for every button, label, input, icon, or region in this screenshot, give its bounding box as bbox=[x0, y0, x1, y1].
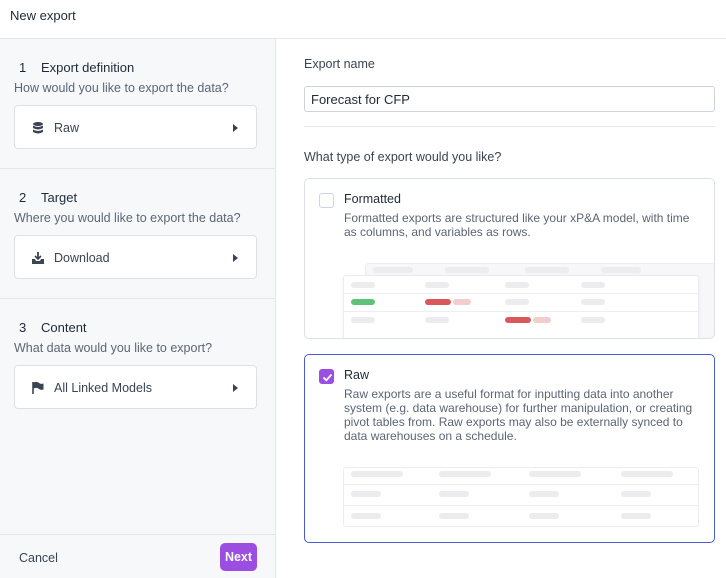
select-value: All Linked Models bbox=[54, 381, 152, 395]
step-heading: 3 Content bbox=[19, 320, 87, 335]
content-select[interactable]: All Linked Models bbox=[14, 365, 257, 409]
step-question: Where you would like to export the data? bbox=[14, 211, 241, 225]
select-value: Download bbox=[54, 251, 110, 265]
raw-checkbox[interactable] bbox=[319, 369, 334, 384]
step-content: 3 Content What data would you like to exp… bbox=[0, 299, 275, 429]
option-title: Raw bbox=[344, 368, 370, 382]
step-heading: 1 Export definition bbox=[19, 60, 134, 75]
checkmark-icon bbox=[322, 373, 333, 382]
formatted-checkbox[interactable] bbox=[319, 193, 334, 208]
step-title: Target bbox=[41, 190, 78, 205]
export-type-question: What type of export would you like? bbox=[304, 150, 502, 164]
title-bar: New export bbox=[0, 0, 726, 39]
steps-panel: 1 Export definition How would you like to… bbox=[0, 39, 276, 578]
database-icon bbox=[33, 122, 43, 134]
caret-right-icon bbox=[233, 124, 238, 132]
step-number: 3 bbox=[19, 320, 27, 335]
cancel-button[interactable]: Cancel bbox=[19, 551, 58, 565]
target-select[interactable]: Download bbox=[14, 235, 257, 279]
option-description: Raw exports are a useful format for inpu… bbox=[344, 387, 693, 443]
dialog-title: New export bbox=[10, 8, 76, 23]
step-question: How would you like to export the data? bbox=[14, 81, 229, 95]
caret-right-icon bbox=[233, 254, 238, 262]
select-value: Raw bbox=[54, 121, 80, 135]
step-export-definition: 1 Export definition How would you like to… bbox=[0, 39, 275, 169]
option-description: Formatted exports are structured like yo… bbox=[344, 211, 690, 239]
step-number: 2 bbox=[19, 190, 27, 205]
option-title: Formatted bbox=[344, 192, 401, 206]
export-form: Export name What type of export would yo… bbox=[276, 39, 726, 578]
step-number: 1 bbox=[19, 60, 27, 75]
option-formatted[interactable]: Formatted Formatted exports are structur… bbox=[304, 178, 715, 339]
export-name-label: Export name bbox=[304, 57, 375, 71]
divider bbox=[304, 126, 715, 127]
export-definition-select[interactable]: Raw bbox=[14, 105, 257, 149]
step-title: Export definition bbox=[41, 60, 135, 75]
dialog-footer: Cancel Next bbox=[0, 534, 275, 578]
next-button[interactable]: Next bbox=[220, 543, 257, 571]
export-name-input[interactable] bbox=[304, 86, 715, 112]
download-icon bbox=[32, 252, 44, 264]
step-heading: 2 Target bbox=[19, 190, 77, 205]
caret-right-icon bbox=[233, 384, 238, 392]
flag-icon bbox=[32, 381, 44, 394]
option-raw[interactable]: Raw Raw exports are a useful format for … bbox=[304, 354, 715, 543]
step-question: What data would you like to export? bbox=[14, 341, 213, 355]
step-title: Content bbox=[41, 320, 87, 335]
step-target: 2 Target Where you would like to export t… bbox=[0, 169, 275, 299]
